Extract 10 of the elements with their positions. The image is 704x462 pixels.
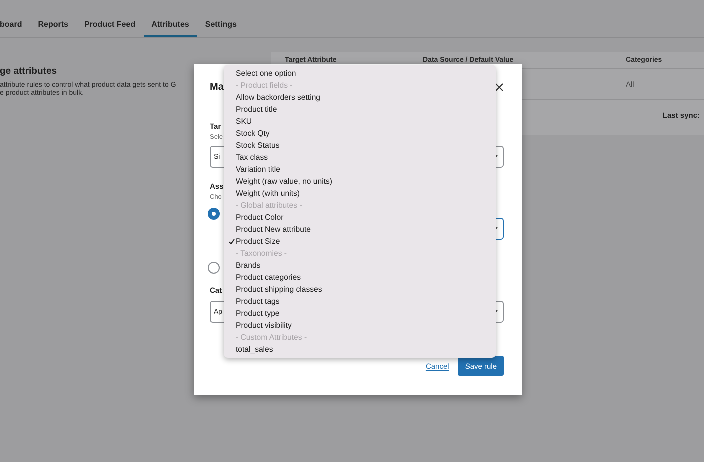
radio-button[interactable] [208, 208, 220, 220]
nav-tab[interactable]: Settings [197, 20, 245, 37]
dialog-title: Ma [210, 82, 224, 92]
nav-tab[interactable]: Attributes [144, 20, 198, 37]
radio-button[interactable] [208, 262, 220, 274]
page-heading: ge attributes [0, 66, 58, 77]
nav-tab[interactable]: Reports [30, 20, 76, 37]
nav-tab[interactable]: board [0, 20, 30, 37]
close-icon[interactable] [495, 82, 504, 92]
nav-tab[interactable]: Product Feed [76, 20, 144, 37]
